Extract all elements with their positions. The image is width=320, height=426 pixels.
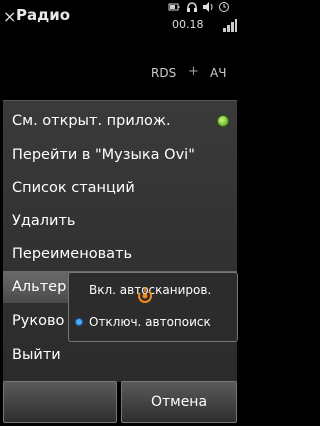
- clock: 00.18: [172, 18, 204, 31]
- submenu-item-auto-search-off[interactable]: Отключ. автопоиск: [69, 307, 237, 337]
- softkey-bar: Отмена: [3, 381, 237, 423]
- plus-icon: +: [188, 64, 199, 79]
- menu-item-label: Выйти: [12, 347, 61, 363]
- frequency-unit-label: АЧ: [210, 66, 227, 80]
- selected-radio-icon: [75, 318, 83, 326]
- battery-icon: [168, 1, 180, 16]
- cancel-button[interactable]: Отмена: [121, 381, 237, 423]
- rds-label: RDS: [151, 66, 177, 80]
- active-indicator-icon: [217, 115, 229, 127]
- status-icons: [168, 1, 238, 15]
- status-bar: × Радио 00.18: [0, 0, 240, 36]
- menu-item-label: Руково: [12, 313, 65, 329]
- menu-item-label: Список станций: [12, 180, 135, 196]
- menu-item-label: См. открыт. прилож.: [12, 113, 171, 129]
- menu-item-label: Альтер: [12, 279, 67, 295]
- submenu-item-label: Отключ. автопоиск: [89, 315, 211, 329]
- menu-item-label: Перейти в "Музыка Ovi": [12, 147, 195, 163]
- clock-icon: [218, 1, 230, 16]
- signal-icon: [223, 18, 237, 32]
- left-softkey[interactable]: [3, 381, 117, 423]
- busy-indicator-icon: [138, 287, 152, 303]
- headset-icon: [186, 1, 198, 16]
- radio-view: [0, 36, 240, 100]
- menu-item-open-apps[interactable]: См. открыт. прилож.: [3, 105, 237, 137]
- menu-item-label: Удалить: [12, 213, 76, 229]
- menu-item-label: Переименовать: [12, 246, 133, 262]
- menu-item-go-to-ovi-music[interactable]: Перейти в "Музыка Ovi": [3, 139, 237, 171]
- menu-item-station-list[interactable]: Список станций: [3, 172, 237, 204]
- close-icon[interactable]: ×: [3, 7, 16, 26]
- menu-item-delete[interactable]: Удалить: [3, 205, 237, 237]
- app-title: Радио: [16, 6, 71, 24]
- menu-item-rename[interactable]: Переименовать: [3, 238, 237, 270]
- submenu: Вкл. автосканиров. Отключ. автопоиск: [68, 272, 238, 342]
- menu-item-exit[interactable]: Выйти: [3, 339, 237, 371]
- speaker-icon: [202, 1, 214, 16]
